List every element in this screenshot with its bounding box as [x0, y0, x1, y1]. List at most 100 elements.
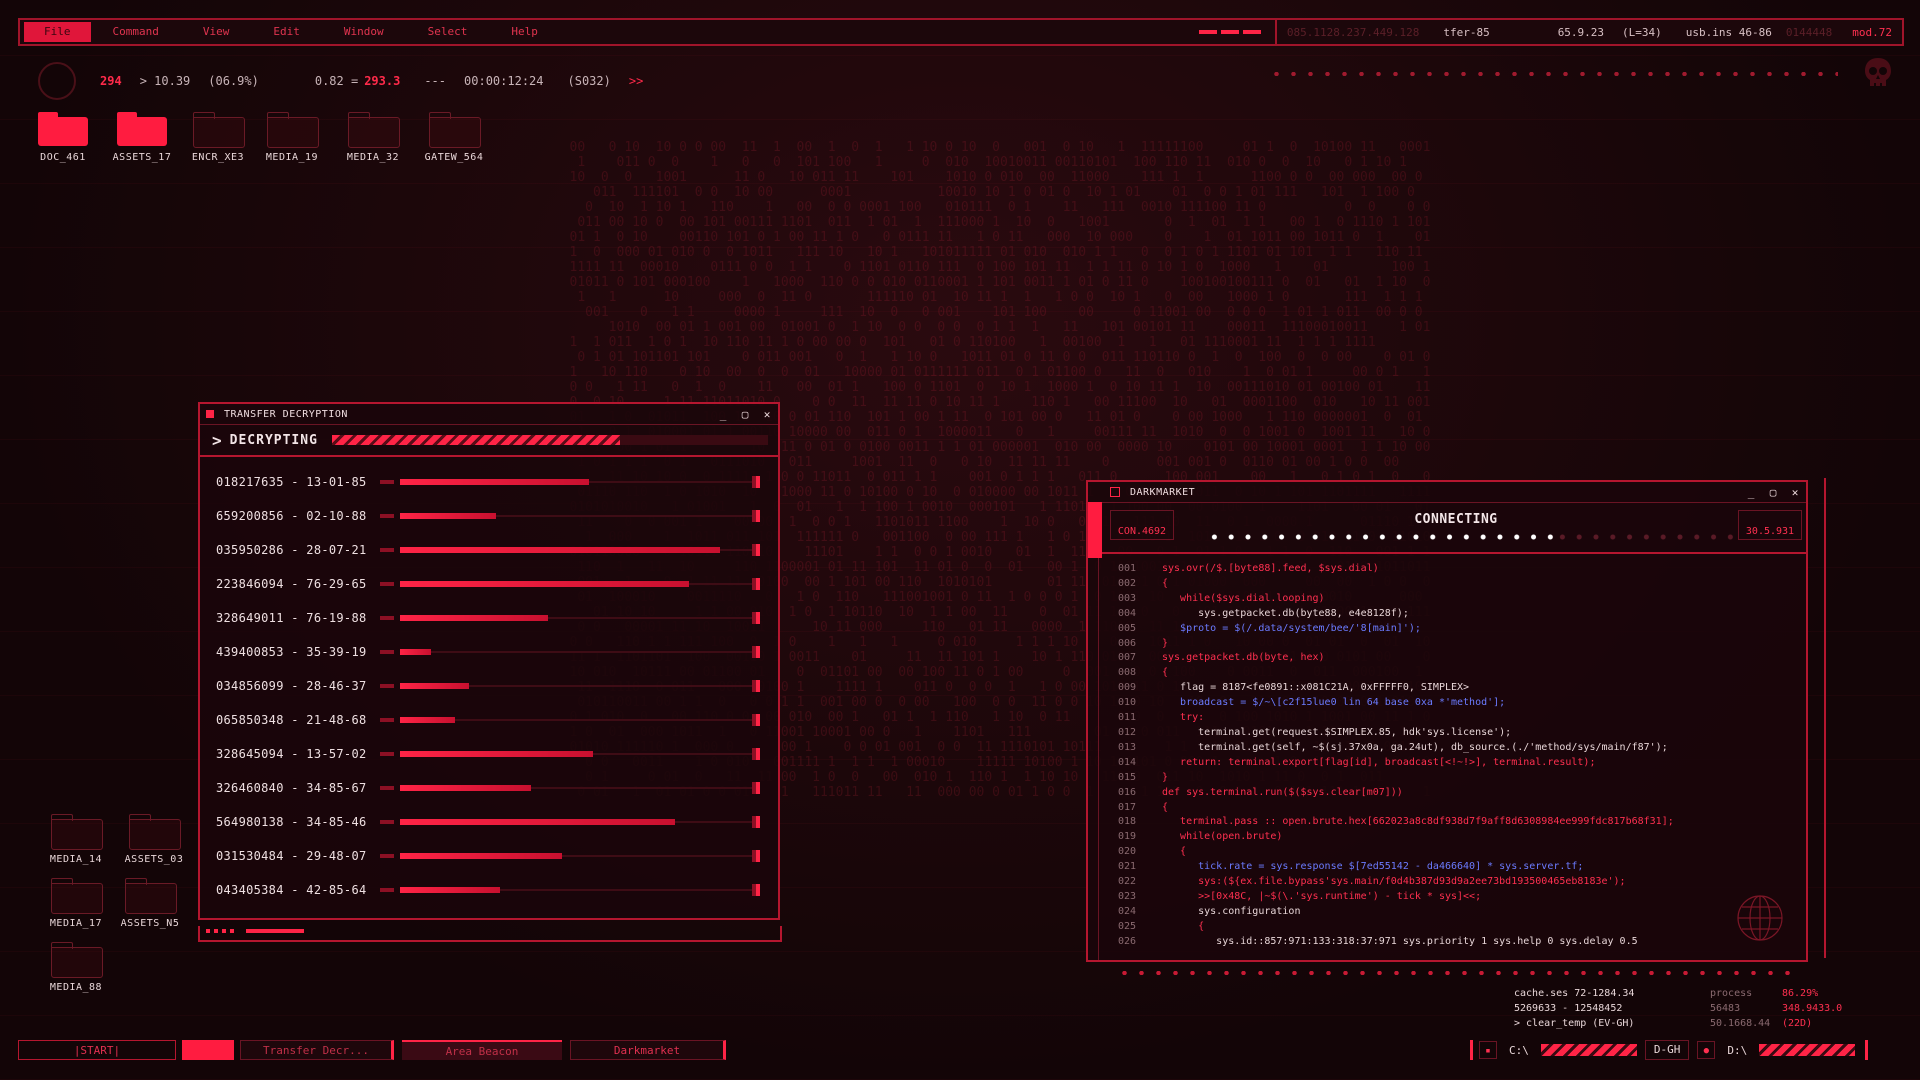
code-line: 008 {	[1102, 666, 1800, 681]
connection-status: CONNECTING	[1414, 512, 1498, 527]
code-view: 001 sys.ovr(/$.[byte88].feed, $sys.dial) 0…	[1102, 562, 1800, 950]
desktop-folder-media-32[interactable]: MEDIA_32	[338, 112, 408, 163]
footer-scroll-indicator[interactable]	[246, 929, 304, 933]
minimize-icon[interactable]: _	[712, 408, 734, 421]
start-button[interactable]: |START|	[18, 1040, 176, 1060]
taskbar-item-darkmarket[interactable]: Darkmarket	[570, 1040, 726, 1060]
folder-icon	[193, 112, 245, 148]
line-number: 005	[1117, 622, 1136, 634]
window-title: TRANSFER DECRYPTION	[224, 408, 348, 420]
ip-readout: 085.1128.237.449.128	[1286, 25, 1420, 39]
line-number: 008	[1117, 667, 1136, 679]
decrypt-row-label: 043405384 - 42-85-64	[216, 883, 367, 897]
desktop-folder-assets-17[interactable]: ASSETS_17	[107, 112, 177, 163]
code-text: {	[1162, 846, 1187, 858]
decrypt-row-label: 035950286 - 28-07-21	[216, 543, 367, 557]
drive-d-usage-bar	[1759, 1044, 1856, 1056]
line-number: 021	[1117, 861, 1136, 873]
decrypt-row-label: 328645094 - 13-57-02	[216, 747, 367, 761]
taskbar-tray: ▪ C:\ D-GH ● D:\	[1470, 1040, 1869, 1060]
status-value: 293.3	[364, 74, 401, 88]
darkmarket-dot-line	[1116, 971, 1796, 975]
code-text: {	[1162, 801, 1169, 813]
folder-icon	[429, 112, 481, 148]
line-number: 004	[1117, 607, 1136, 619]
status-sep: ---	[424, 74, 447, 88]
decrypt-progress-fill	[331, 435, 620, 445]
drive-d-label[interactable]: D:\	[1727, 1044, 1747, 1057]
code-text: sys.id::857:971:133:318:37:971 sys.prior…	[1162, 935, 1638, 947]
skull-icon	[1865, 58, 1891, 86]
code-text: $proto = $(/.data/system/bee/'8[main]');	[1162, 622, 1421, 634]
decrypt-row-label: 031530484 - 29-48-07	[216, 849, 367, 863]
code-line: 020 {	[1102, 845, 1800, 860]
drive-tag[interactable]: D-GH	[1644, 1040, 1690, 1060]
decrypt-row-label: 326460840 - 34-85-67	[216, 781, 367, 795]
code-line: 002 {	[1102, 577, 1800, 592]
code-line: 024 sys.configuration	[1102, 905, 1800, 920]
code-line: 011 try:	[1102, 711, 1800, 726]
status-timer: 00:00:12:24	[464, 74, 544, 88]
desktop-folder-doc-461[interactable]: DOC_461	[28, 112, 98, 163]
decrypt-row-progress	[380, 578, 760, 590]
decrypt-row-label: 328649011 - 76-19-88	[216, 611, 367, 625]
drive-c-icon[interactable]: ▪	[1479, 1041, 1497, 1059]
code-text: }	[1162, 771, 1169, 783]
line-number: 001	[1117, 563, 1136, 574]
status-forward-icon[interactable]: >>	[629, 74, 643, 88]
desktop-folder-gatew-564[interactable]: GATEW_564	[419, 112, 489, 163]
decrypt-row: 035950286 - 28-07-21	[216, 543, 760, 557]
taskbar-item-area-beacon[interactable]: Area Beacon	[402, 1040, 562, 1060]
menu-window[interactable]: Window	[322, 22, 406, 42]
line-number: 010	[1117, 697, 1136, 709]
decrypt-row-progress	[380, 748, 760, 760]
desktop-folder-media-88[interactable]: MEDIA_88	[41, 942, 111, 993]
maximize-icon[interactable]: ▢	[734, 408, 756, 421]
chevron-right-icon: >	[212, 430, 222, 450]
line-number: 007	[1117, 652, 1136, 664]
decrypt-label: DECRYPTING	[229, 432, 318, 448]
window-titlebar[interactable]: DARKMARKET _ ▢ ✕	[1088, 482, 1806, 503]
desktop-folder-media-19[interactable]: MEDIA_19	[257, 112, 327, 163]
decrypt-row-progress	[380, 816, 760, 828]
desktop-folder-media-17[interactable]: MEDIA_17	[41, 878, 111, 929]
status-ring-icon	[38, 62, 76, 100]
code-text: {	[1162, 920, 1205, 932]
line-number: 009	[1117, 682, 1136, 694]
menu-select[interactable]: Select	[406, 22, 490, 42]
desktop-folder-assets-03[interactable]: ASSETS_03	[119, 814, 189, 865]
drive-d-icon[interactable]: ●	[1697, 1041, 1716, 1059]
drive-c-label[interactable]: C:\	[1509, 1044, 1529, 1057]
status-row: 294 > 10.39 (06.9%) 0.82 = 293.3 --- 00:…	[38, 62, 661, 100]
minimize-icon[interactable]: _	[1740, 486, 1762, 499]
folder-icon	[51, 942, 103, 978]
globe-icon	[1737, 895, 1783, 941]
decrypt-row: 439400853 - 35-39-19	[216, 645, 760, 659]
desktop-folder-encr-xe3[interactable]: ENCR_XE3	[183, 112, 253, 163]
desktop-folder-media-14[interactable]: MEDIA_14	[41, 814, 111, 865]
close-icon[interactable]: ✕	[1784, 486, 1806, 499]
line-number: 011	[1117, 712, 1136, 724]
decrypt-row-progress	[380, 646, 760, 658]
close-icon[interactable]: ✕	[756, 408, 778, 421]
decrypt-row-label: 065850348 - 21-48-68	[216, 713, 367, 727]
decrypt-row-progress	[380, 714, 760, 726]
code-line: 018 terminal.pass :: open.brute.hex[6620…	[1102, 815, 1800, 830]
connection-speed: 30.5.931	[1738, 510, 1802, 540]
window-titlebar[interactable]: TRANSFER DECRYPTION _ ▢ ✕	[200, 404, 778, 425]
menu-command[interactable]: Command	[91, 22, 181, 42]
decrypt-row-progress	[380, 612, 760, 624]
menu-help[interactable]: Help	[489, 22, 560, 42]
code-text: sys:(${ex.file.bypass'sys.main/f0d4b387d…	[1162, 876, 1626, 888]
menu-file[interactable]: File	[24, 22, 91, 42]
decrypt-row-progress	[380, 544, 760, 556]
taskbar-item-transfer-decryption[interactable]: Transfer Decr...	[240, 1040, 394, 1060]
desktop-folder-assets-n5[interactable]: ASSETS_N5	[115, 878, 185, 929]
decrypt-row: 328649011 - 76-19-88	[216, 611, 760, 625]
menu-view[interactable]: View	[181, 22, 252, 42]
decrypt-row-progress	[380, 884, 760, 896]
maximize-icon[interactable]: ▢	[1762, 486, 1784, 499]
drive-c-usage-bar	[1540, 1044, 1637, 1056]
menu-edit[interactable]: Edit	[251, 22, 322, 42]
code-text: sys.ovr(/$.[byte88].feed, $sys.dial)	[1162, 563, 1379, 574]
